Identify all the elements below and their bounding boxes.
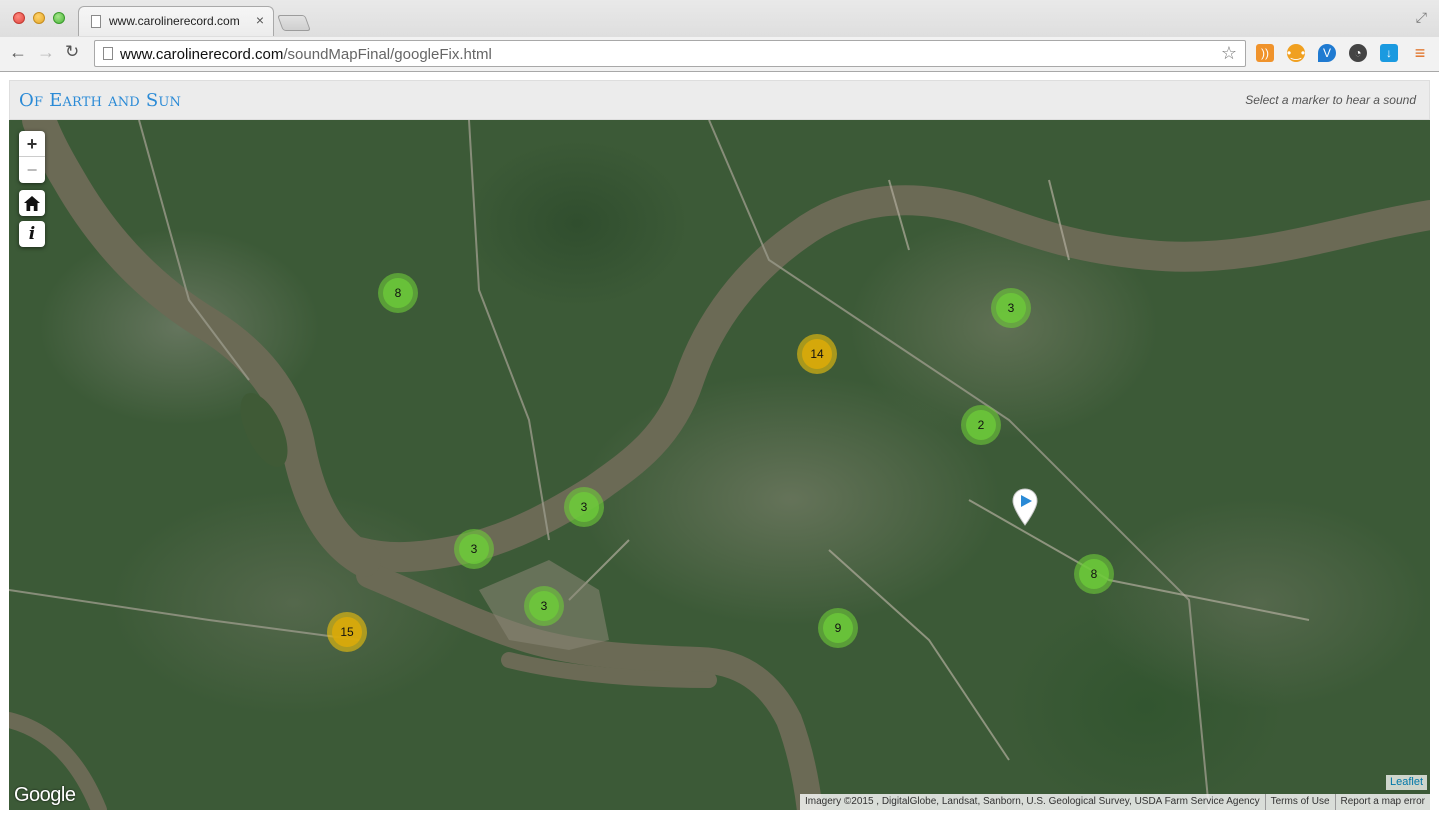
satellite-imagery: [9, 120, 1430, 810]
browser-chrome: www.carolinerecord.com × ⤢ ← → ↻ www.car…: [0, 0, 1439, 72]
browser-toolbar: ← → ↻ www.carolinerecord.com/soundMapFin…: [0, 37, 1439, 71]
map[interactable]: + − i 8 14 3 2 3 3 3 15 9 8 Google Leafl…: [9, 120, 1430, 810]
home-button[interactable]: [19, 190, 45, 216]
river-allegheny: [344, 185, 1430, 573]
sound-marker-pin-icon[interactable]: [1012, 488, 1038, 526]
marker-cluster[interactable]: 3: [524, 586, 564, 626]
instruction-text: Select a marker to hear a sound: [1245, 93, 1416, 107]
marker-cluster[interactable]: 3: [454, 529, 494, 569]
marker-cluster[interactable]: 8: [1074, 554, 1114, 594]
url-text[interactable]: www.carolinerecord.com/soundMapFinal/goo…: [120, 46, 492, 63]
cluster-count: 2: [966, 410, 996, 440]
fullscreen-icon[interactable]: ⤢: [1416, 9, 1427, 26]
bookmark-star-icon[interactable]: ☆: [1221, 43, 1237, 64]
new-tab-button[interactable]: [277, 15, 311, 31]
cluster-count: 3: [529, 591, 559, 621]
tab-title: www.carolinerecord.com: [109, 14, 240, 28]
river-ohio: [22, 120, 381, 577]
cluster-count: 15: [332, 617, 362, 647]
marker-cluster[interactable]: 14: [797, 334, 837, 374]
clock-icon[interactable]: ◔: [1349, 44, 1367, 62]
map-attribution: Imagery ©2015 , DigitalGlobe, Landsat, S…: [799, 794, 1430, 810]
address-bar[interactable]: www.carolinerecord.com/soundMapFinal/goo…: [94, 40, 1246, 67]
reload-button[interactable]: ↻: [65, 42, 79, 62]
download-icon[interactable]: ↓: [1380, 44, 1398, 62]
menu-icon[interactable]: ≡: [1411, 43, 1429, 63]
site-header: Of Earth and Sun Select a marker to hear…: [9, 80, 1430, 120]
cluster-count: 8: [383, 278, 413, 308]
url-path: /soundMapFinal/googleFix.html: [283, 46, 492, 63]
marker-cluster[interactable]: 3: [991, 288, 1031, 328]
google-logo: Google: [14, 784, 76, 806]
window-close-button[interactable]: [13, 12, 25, 24]
forward-button[interactable]: →: [37, 42, 55, 63]
url-host: www.carolinerecord.com: [120, 46, 284, 63]
leaflet-link[interactable]: Leaflet: [1386, 775, 1428, 790]
back-button[interactable]: ←: [9, 42, 27, 63]
browser-tab[interactable]: www.carolinerecord.com ×: [78, 6, 274, 36]
zoom-out-button[interactable]: −: [19, 157, 45, 183]
cluster-count: 3: [459, 534, 489, 564]
window-minimize-button[interactable]: [33, 12, 45, 24]
page-icon: [103, 47, 113, 60]
cluster-count: 3: [996, 293, 1026, 323]
cluster-count: 3: [569, 492, 599, 522]
imagery-credit: Imagery ©2015 , DigitalGlobe, Landsat, S…: [804, 796, 1260, 807]
site-title[interactable]: Of Earth and Sun: [19, 90, 181, 111]
cluster-count: 8: [1079, 559, 1109, 589]
rss-icon[interactable]: )): [1256, 44, 1274, 62]
info-button[interactable]: i: [19, 221, 45, 247]
window-maximize-button[interactable]: [53, 12, 65, 24]
cluster-count: 9: [823, 613, 853, 643]
marker-cluster[interactable]: 2: [961, 405, 1001, 445]
cluster-count: 14: [802, 339, 832, 369]
marker-cluster[interactable]: 9: [818, 608, 858, 648]
river-secondary: [9, 652, 717, 810]
zoom-control: + −: [19, 131, 45, 183]
extension-face-icon[interactable]: •‿•: [1287, 44, 1305, 62]
page-icon: [91, 15, 101, 28]
extension-v-icon[interactable]: V: [1318, 44, 1336, 62]
terms-link[interactable]: Terms of Use: [1264, 794, 1335, 810]
zoom-in-button[interactable]: +: [19, 131, 45, 157]
report-error-link[interactable]: Report a map error: [1334, 794, 1430, 810]
info-icon: i: [28, 224, 36, 244]
marker-cluster[interactable]: 15: [327, 612, 367, 652]
marker-cluster[interactable]: 3: [564, 487, 604, 527]
home-icon: [24, 195, 40, 211]
tab-close-icon[interactable]: ×: [256, 12, 264, 28]
marker-cluster[interactable]: 8: [378, 273, 418, 313]
